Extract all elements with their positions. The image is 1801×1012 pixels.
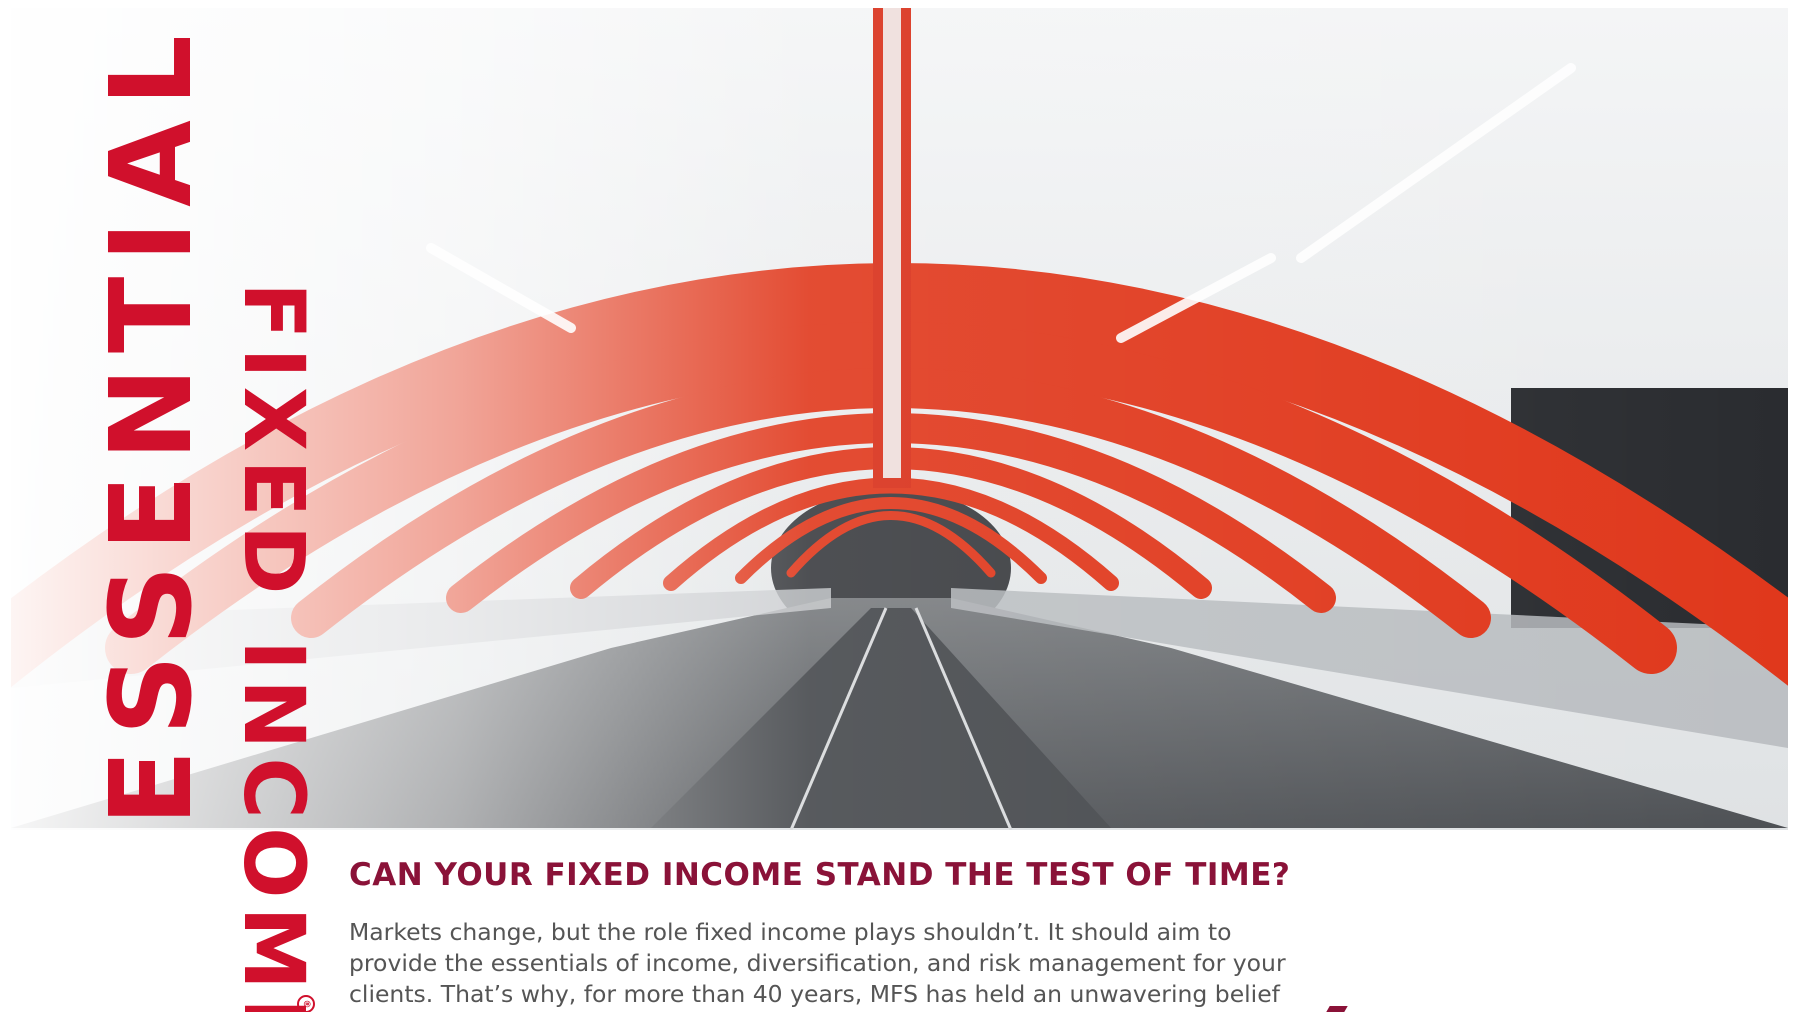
wordmark-essential: ESSENTIAL: [87, 20, 217, 826]
body-line: clients. That’s why, for more than 40 ye…: [349, 980, 1280, 1008]
registered-trademark: ®: [297, 995, 315, 1012]
body-line: provide the essentials of income, divers…: [349, 949, 1286, 977]
wordmark-fixed-income: FIXED INCOME: [225, 282, 323, 1012]
body-paragraph: Markets change, but the role fixed incom…: [349, 917, 1286, 1010]
brochure-page: ESSENTIAL FIXED INCOME ® CAN YOUR FIXED …: [0, 0, 1801, 1012]
body-line: Markets change, but the role fixed incom…: [349, 918, 1232, 946]
section-headline: CAN YOUR FIXED INCOME STAND THE TEST OF …: [349, 857, 1291, 893]
logo-fragment: [1326, 1006, 1348, 1012]
